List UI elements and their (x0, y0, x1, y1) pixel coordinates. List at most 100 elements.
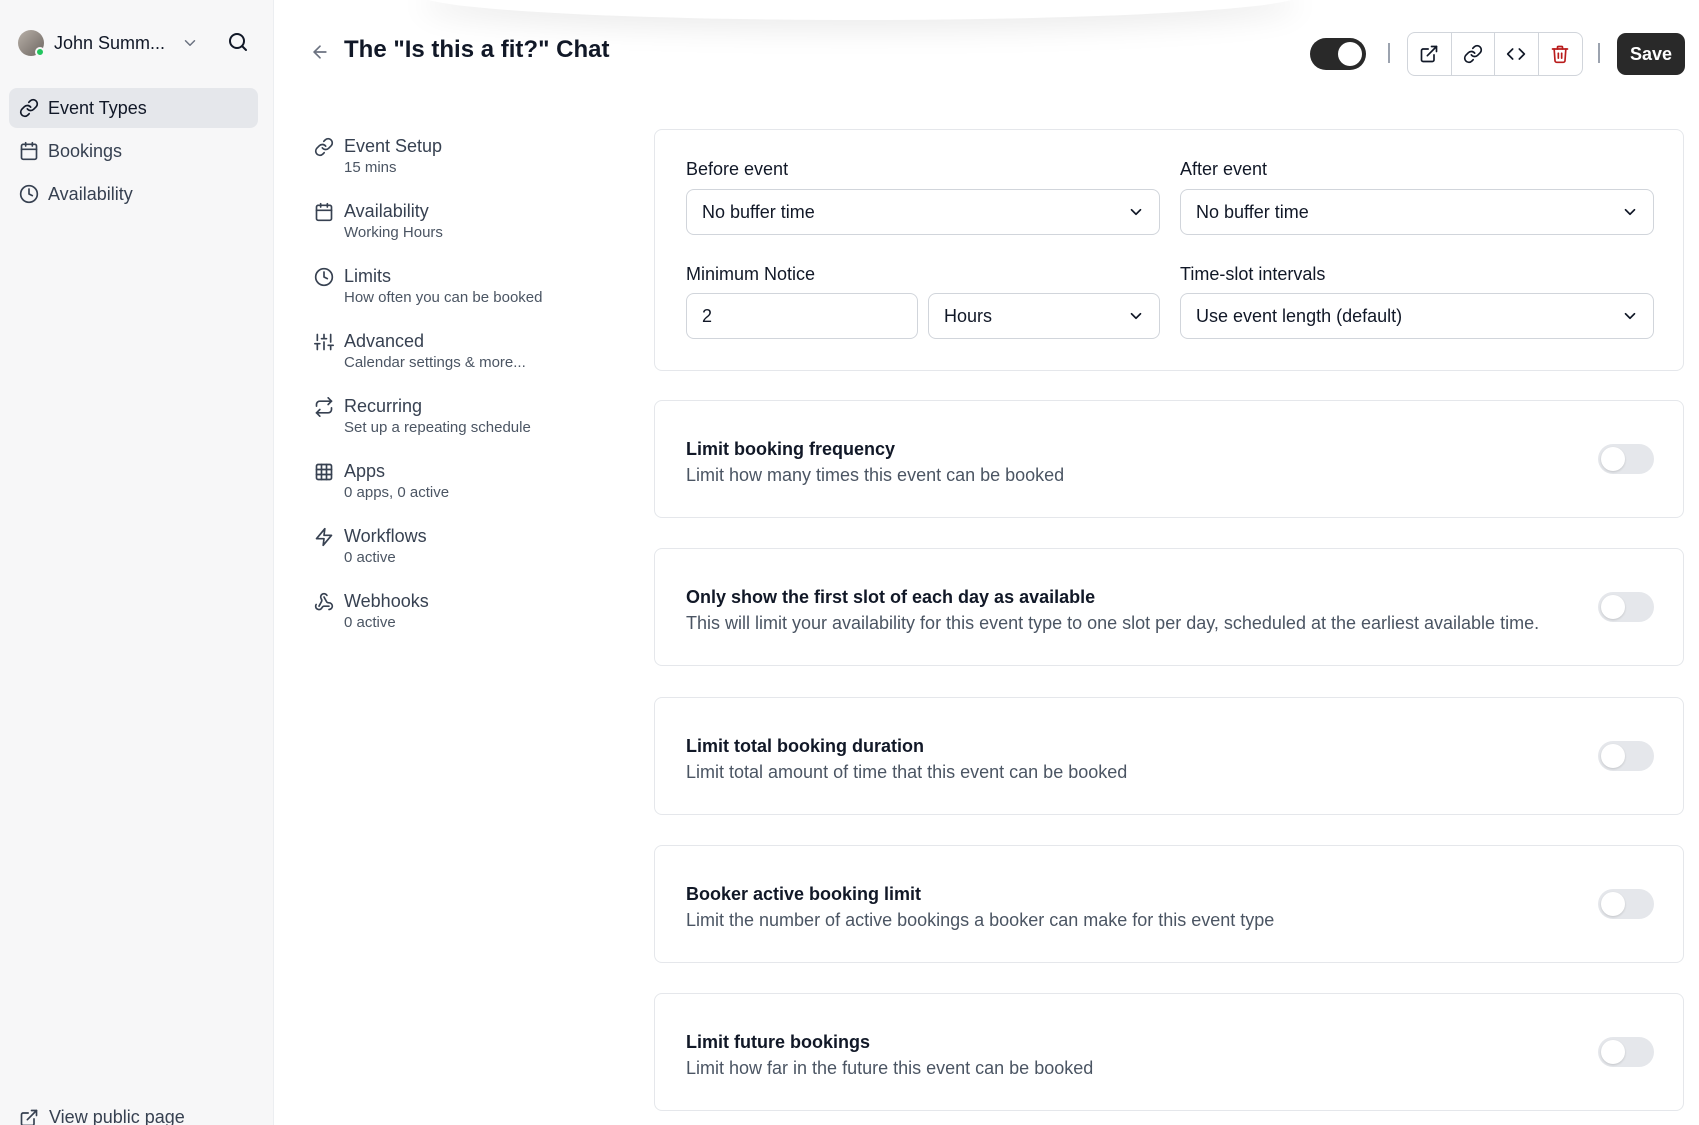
toggle-knob (1601, 744, 1625, 768)
booker-active-limit-panel: Booker active booking limit Limit the nu… (654, 845, 1684, 963)
settings-nav-title: Limits (344, 266, 392, 286)
sidebar-item-availability[interactable]: Availability (9, 174, 258, 214)
calendar-icon (20, 141, 38, 161)
settings-nav-title: Event Setup (344, 136, 443, 156)
buffer-settings-panel: Before event No buffer time After event … (654, 129, 1684, 371)
time-slot-intervals-select[interactable]: Use event length (default) (1180, 293, 1654, 339)
trash-icon (1551, 45, 1569, 64)
delete-button[interactable] (1539, 33, 1582, 75)
page-title: The "Is this a fit?" Chat (344, 36, 610, 63)
before-event-label: Before event (686, 159, 789, 179)
minimum-notice-label: Minimum Notice (686, 264, 816, 284)
settings-nav-webhooks[interactable]: Webhooks 0 active (314, 589, 614, 654)
external-link-icon (20, 1109, 38, 1125)
hide-from-profile-toggle[interactable] (1310, 38, 1366, 70)
settings-nav-subtitle: 0 active (344, 614, 396, 631)
toggle-knob (1601, 447, 1625, 471)
limit-future-bookings-panel: Limit future bookings Limit how far in t… (654, 993, 1684, 1111)
time-slot-intervals-label: Time-slot intervals (1180, 264, 1326, 284)
back-arrow-icon[interactable] (310, 42, 330, 62)
chevron-down-icon (1130, 208, 1142, 216)
chevron-down-icon (1130, 312, 1142, 320)
sidebar: John Summ... Event Types Bookings Availa… (0, 0, 274, 1125)
copy-link-button[interactable] (1452, 33, 1495, 75)
setting-title: Limit total booking duration (686, 736, 924, 756)
select-value: Use event length (default) (1196, 305, 1403, 326)
setting-title: Limit booking frequency (686, 439, 896, 459)
minimum-notice-input[interactable] (686, 293, 918, 339)
view-public-page-link[interactable]: View public page (19, 1107, 185, 1125)
link-icon (1463, 44, 1482, 64)
settings-nav-availability[interactable]: Availability Working Hours (314, 199, 614, 264)
sidebar-item-label: Bookings (48, 140, 123, 161)
clock-icon (19, 184, 39, 204)
chevron-down-icon (184, 40, 196, 46)
setting-title: Booker active booking limit (686, 884, 922, 904)
event-settings-nav: Event Setup 15 mins Availability Working H… (314, 134, 614, 654)
booker-active-limit-toggle[interactable] (1598, 889, 1654, 919)
avatar (18, 30, 45, 57)
after-event-select[interactable]: No buffer time (1180, 189, 1654, 235)
setting-title: Limit future bookings (686, 1032, 870, 1052)
first-slot-only-toggle[interactable] (1598, 592, 1654, 622)
settings-nav-subtitle: Working Hours (344, 224, 443, 241)
header-divider (1598, 43, 1600, 63)
view-public-page-label: View public page (49, 1107, 185, 1125)
toggle-knob (1601, 1040, 1625, 1064)
select-value: No buffer time (702, 201, 815, 222)
clock-icon (314, 267, 334, 287)
save-button[interactable]: Save (1617, 33, 1685, 75)
limit-booking-frequency-toggle[interactable] (1598, 444, 1654, 474)
embed-button[interactable] (1495, 33, 1539, 75)
toggle-knob (1601, 892, 1625, 916)
chevron-down-icon (1624, 208, 1636, 216)
settings-nav-workflows[interactable]: Workflows 0 active (314, 524, 614, 589)
settings-nav-subtitle: 15 mins (344, 159, 397, 176)
settings-nav-subtitle: 0 apps, 0 active (344, 484, 450, 501)
settings-nav-recurring[interactable]: Recurring Set up a repeating schedule (314, 394, 614, 459)
settings-nav-subtitle: 0 active (344, 549, 396, 566)
settings-nav-title: Recurring (344, 396, 423, 416)
header-divider (1388, 43, 1390, 63)
settings-nav-title: Advanced (344, 331, 425, 351)
link-icon (314, 137, 334, 157)
chevron-down-icon (1624, 312, 1636, 320)
zap-icon (315, 527, 333, 547)
setting-title: Only show the first slot of each day as … (686, 587, 1096, 607)
limit-total-duration-toggle[interactable] (1598, 741, 1654, 771)
user-menu[interactable]: John Summ... (18, 28, 258, 58)
before-event-select[interactable]: No buffer time (686, 189, 1160, 235)
settings-nav-subtitle: How often you can be booked (344, 289, 543, 306)
settings-nav-title: Apps (344, 461, 386, 481)
settings-nav-limits[interactable]: Limits How often you can be booked (314, 264, 614, 329)
settings-nav-event-setup[interactable]: Event Setup 15 mins (314, 134, 614, 199)
header-action-group (1407, 32, 1583, 76)
sliders-icon (314, 333, 334, 351)
sidebar-item-bookings[interactable]: Bookings (9, 131, 258, 171)
setting-description: Limit total amount of time that this eve… (686, 762, 1128, 782)
webhook-icon (314, 592, 334, 611)
sidebar-item-label: Availability (48, 183, 133, 204)
setting-description: Limit how many times this event can be b… (686, 465, 1065, 485)
repeat-icon (315, 397, 333, 417)
online-status-dot (35, 47, 45, 57)
setting-description: Limit how far in the future this event c… (686, 1058, 1094, 1078)
link-icon (19, 98, 39, 118)
preview-button[interactable] (1408, 33, 1452, 75)
search-icon[interactable] (226, 30, 250, 54)
settings-nav-advanced[interactable]: Advanced Calendar settings & more... (314, 329, 614, 394)
settings-nav-title: Availability (344, 201, 429, 221)
after-event-label: After event (1180, 159, 1268, 179)
select-value: Hours (944, 305, 993, 326)
sidebar-item-event-types[interactable]: Event Types (9, 88, 258, 128)
toggle-knob (1338, 42, 1362, 66)
limit-future-bookings-toggle[interactable] (1598, 1037, 1654, 1067)
minimum-notice-unit-select[interactable]: Hours (928, 293, 1160, 339)
select-value: No buffer time (1196, 201, 1309, 222)
calendar-icon (315, 202, 333, 222)
settings-nav-subtitle: Calendar settings & more... (344, 354, 526, 371)
setting-description: Limit the number of active bookings a bo… (686, 910, 1275, 930)
toggle-knob (1601, 595, 1625, 619)
header-shadow (420, 0, 1300, 20)
settings-nav-apps[interactable]: Apps 0 apps, 0 active (314, 459, 614, 524)
